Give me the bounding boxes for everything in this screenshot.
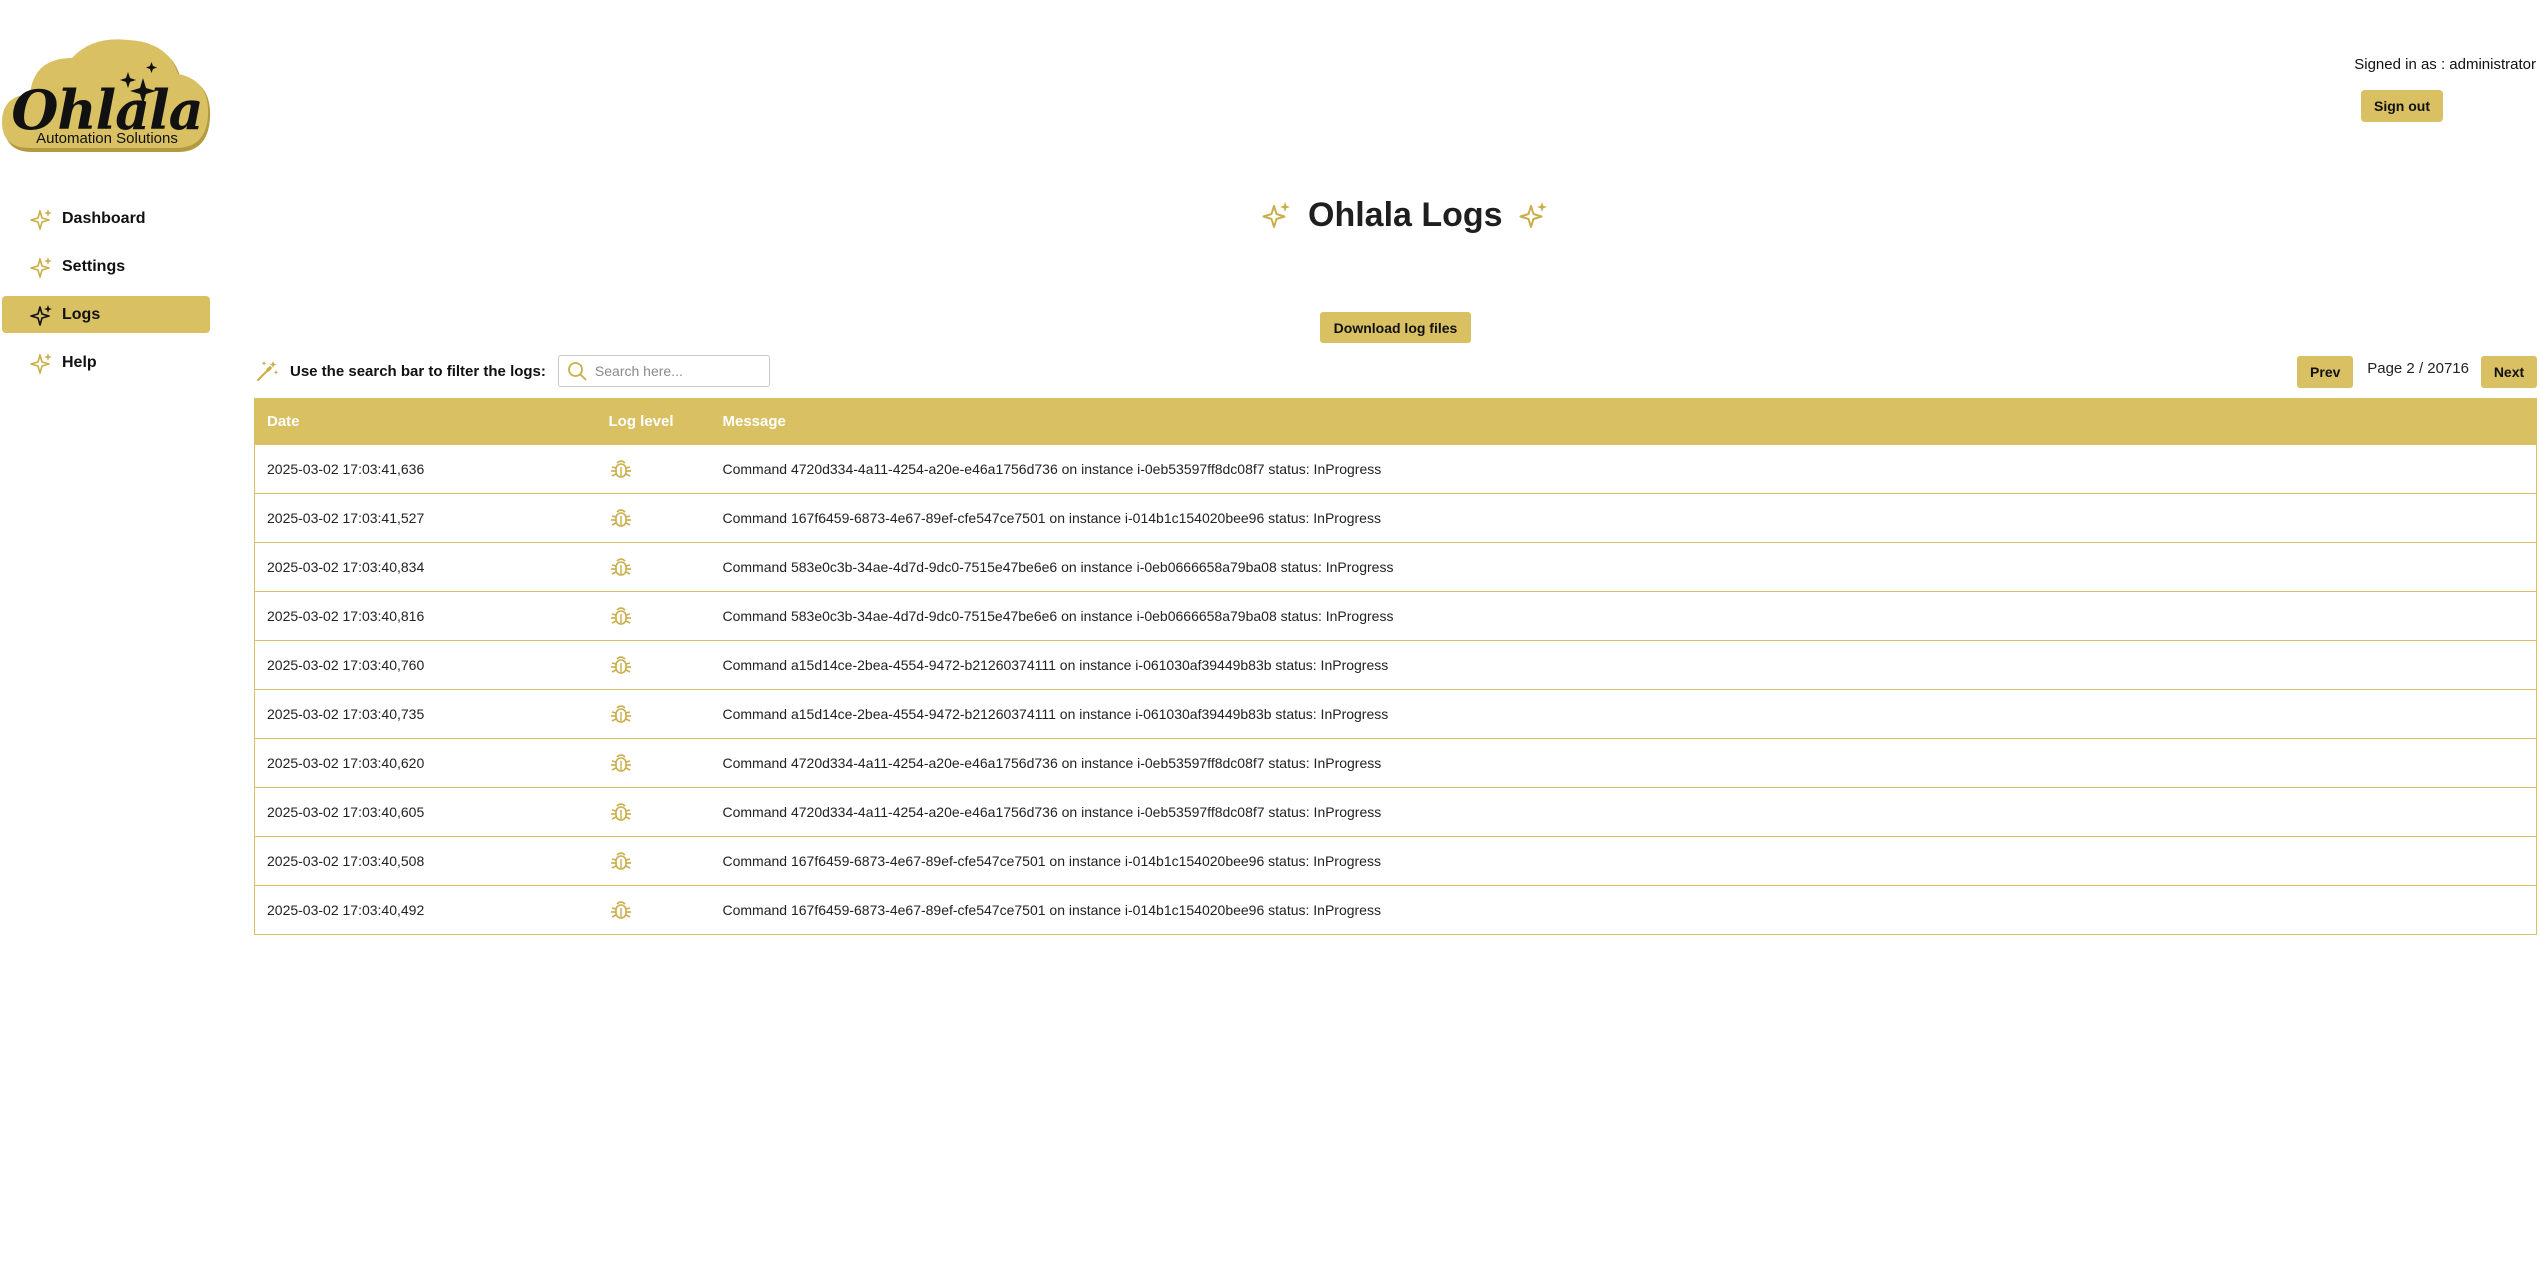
log-message: Command 583e0c3b-34ae-4d7d-9dc0-7515e47b… [722, 559, 1394, 575]
log-date: 2025-03-02 17:03:40,834 [267, 559, 425, 575]
log-level-cell [597, 690, 711, 739]
table-row: 2025-03-02 17:03:40,735 Command a15d14ce… [254, 689, 2537, 739]
log-level-cell [597, 592, 711, 641]
sidebar-item-settings[interactable]: Settings [2, 248, 210, 285]
prev-page-button[interactable]: Prev [2297, 356, 2354, 388]
bug-icon [609, 604, 633, 628]
log-message: Command 167f6459-6873-4e67-89ef-cfe547ce… [722, 853, 1381, 869]
log-level-cell [597, 886, 711, 935]
log-level-cell [597, 837, 711, 886]
log-message: Command 4720d334-4a11-4254-a20e-e46a1756… [722, 804, 1382, 820]
table-body: 2025-03-02 17:03:41,636 Command 4720d334… [254, 444, 2537, 935]
brand-tagline: Automation Solutions [36, 130, 178, 147]
sparkle-icon [1519, 200, 1549, 230]
table-row: 2025-03-02 17:03:40,492 Command 167f6459… [254, 885, 2537, 935]
log-message: Command 167f6459-6873-4e67-89ef-cfe547ce… [722, 902, 1381, 918]
log-level-cell [597, 641, 711, 690]
sidebar: Dashboard Settings Logs Help [2, 200, 210, 392]
sparkle-icon [30, 207, 54, 231]
search-input[interactable] [594, 363, 755, 379]
log-date: 2025-03-02 17:03:41,527 [267, 510, 425, 526]
log-date: 2025-03-02 17:03:40,492 [267, 902, 425, 918]
log-message: Command a15d14ce-2bea-4554-9472-b2126037… [722, 657, 1389, 673]
log-level-cell [597, 543, 711, 592]
search-icon [568, 362, 587, 381]
search-box[interactable] [557, 355, 770, 387]
filter-bar: Use the search bar to filter the logs: [254, 354, 770, 388]
sidebar-item-dashboard[interactable]: Dashboard [2, 200, 210, 237]
bug-icon [609, 898, 633, 922]
sidebar-item-help[interactable]: Help [2, 344, 210, 381]
bug-icon [609, 653, 633, 677]
sidebar-item-label: Help [62, 353, 97, 371]
page-indicator: Page 2 / 20716 [2367, 359, 2469, 377]
log-level-cell [597, 788, 711, 837]
sparkle-icon [1262, 200, 1292, 230]
column-header-log-level[interactable]: Log level [597, 399, 711, 445]
brand-logo[interactable]: Ohlala Automation Solutions [2, 36, 212, 156]
table-row: 2025-03-02 17:03:40,620 Command 4720d334… [254, 738, 2537, 788]
download-log-files-button[interactable]: Download log files [1320, 312, 1471, 343]
sparkle-icon [30, 255, 54, 279]
log-message: Command 583e0c3b-34ae-4d7d-9dc0-7515e47b… [722, 608, 1394, 624]
log-date: 2025-03-02 17:03:40,508 [267, 853, 425, 869]
sidebar-item-label: Dashboard [62, 209, 146, 227]
log-level-cell [597, 445, 711, 494]
sidebar-item-label: Logs [62, 305, 101, 323]
table-row: 2025-03-02 17:03:41,636 Command 4720d334… [254, 444, 2537, 494]
log-date: 2025-03-02 17:03:40,605 [267, 804, 425, 820]
column-header-date[interactable]: Date [255, 399, 597, 445]
log-level-cell [597, 739, 711, 788]
table-row: 2025-03-02 17:03:40,605 Command 4720d334… [254, 787, 2537, 837]
logs-table: Date Log level Message 2025-03-02 17:03:… [254, 398, 2537, 935]
log-message: Command 4720d334-4a11-4254-a20e-e46a1756… [722, 461, 1382, 477]
table-row: 2025-03-02 17:03:40,760 Command a15d14ce… [254, 640, 2537, 690]
table-header-row: Date Log level Message [254, 398, 2537, 445]
table-row: 2025-03-02 17:03:40,834 Command 583e0c3b… [254, 542, 2537, 592]
bug-icon [609, 849, 633, 873]
next-page-button[interactable]: Next [2481, 356, 2537, 388]
log-date: 2025-03-02 17:03:40,735 [267, 706, 425, 722]
sparkle-icon [30, 351, 54, 375]
log-message: Command a15d14ce-2bea-4554-9472-b2126037… [722, 706, 1389, 722]
sidebar-item-logs[interactable]: Logs [2, 296, 210, 333]
log-level-cell [597, 494, 711, 543]
table-row: 2025-03-02 17:03:41,527 Command 167f6459… [254, 493, 2537, 543]
page-title: Ohlala Logs [1262, 192, 1549, 238]
column-header-message[interactable]: Message [711, 399, 2537, 445]
log-message: Command 167f6459-6873-4e67-89ef-cfe547ce… [722, 510, 1381, 526]
sidebar-item-label: Settings [62, 257, 126, 275]
log-date: 2025-03-02 17:03:40,760 [267, 657, 425, 673]
filter-label: Use the search bar to filter the logs: [290, 362, 546, 380]
page-title-text: Ohlala Logs [1308, 195, 1503, 234]
log-date: 2025-03-02 17:03:41,636 [267, 461, 425, 477]
table-row: 2025-03-02 17:03:40,508 Command 167f6459… [254, 836, 2537, 886]
bug-icon [609, 555, 633, 579]
bug-icon [609, 800, 633, 824]
bug-icon [609, 751, 633, 775]
sparkle-icon [30, 303, 54, 327]
log-date: 2025-03-02 17:03:40,620 [267, 755, 425, 771]
log-date: 2025-03-02 17:03:40,816 [267, 608, 425, 624]
magic-wand-icon [254, 358, 280, 384]
sign-out-button[interactable]: Sign out [2361, 90, 2443, 122]
bug-icon [609, 702, 633, 726]
log-message: Command 4720d334-4a11-4254-a20e-e46a1756… [722, 755, 1382, 771]
table-row: 2025-03-02 17:03:40,816 Command 583e0c3b… [254, 591, 2537, 641]
signed-in-text: Signed in as : administrator [2354, 56, 2536, 73]
bug-icon [609, 457, 633, 481]
bug-icon [609, 506, 633, 530]
pagination: Prev Page 2 / 20716 Next [2297, 356, 2540, 388]
